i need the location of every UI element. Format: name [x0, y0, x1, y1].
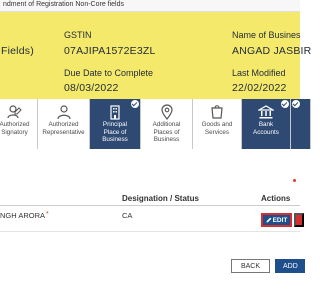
fields-label: Fields) [1, 45, 34, 57]
header-divider [0, 205, 300, 206]
completed-check-icon [131, 100, 139, 108]
signatory-icon [6, 105, 22, 119]
last-modified-label: Last Modified [232, 68, 286, 78]
completed-check-icon [281, 100, 289, 108]
tab-goods-and-services[interactable]: Goods and Services [193, 99, 242, 149]
completed-check-icon [292, 100, 300, 108]
edit-button[interactable]: EDIT [261, 213, 292, 227]
due-date-label: Due Date to Complete [64, 68, 154, 78]
tab-label: Authorized Representative [42, 121, 85, 136]
tab-principal-place-of-business[interactable]: Principal Place of Business [90, 99, 141, 149]
tab-authorized-signatory[interactable]: Authorized Signatory [0, 99, 38, 149]
add-button[interactable]: ADD [275, 259, 305, 273]
gstin-label: GSTIN [64, 30, 92, 40]
building-icon [110, 105, 120, 120]
required-indicator [293, 179, 296, 182]
signatory-designation: CA [122, 211, 133, 220]
delete-button[interactable] [294, 213, 304, 227]
tab-additional-places-of-business[interactable]: Additional Places of Business [141, 99, 193, 149]
due-date-value: 08/03/2022 [64, 82, 119, 94]
tab-bank-accounts[interactable]: Bank Accounts [242, 99, 291, 149]
business-name-label: Name of Busines [232, 30, 301, 40]
registration-tabs: Authorized Signatory Authorized Represen… [0, 99, 311, 149]
goods-icon [211, 105, 223, 119]
tab-authorized-representative[interactable]: Authorized Representative [38, 99, 90, 149]
required-mark: * [46, 211, 49, 218]
column-header-actions: Actions [261, 194, 291, 203]
column-header-designation: Designation / Status [122, 194, 199, 203]
edit-button-label: EDIT [272, 216, 288, 224]
tab-label: Goods and Services [201, 121, 233, 136]
application-info-band: Fields) GSTIN 07AJIPA1572E3ZL Name of Bu… [0, 12, 311, 99]
last-modified-value: 22/02/2022 [232, 82, 287, 94]
tab-label: Authorized Signatory [0, 121, 30, 136]
tab-next-partial[interactable] [291, 99, 311, 149]
page-title: ndment of Registration Non-Core fields [3, 1, 125, 8]
bank-icon [258, 105, 274, 119]
representative-icon [56, 105, 71, 120]
tab-label: Additional Places of Business [152, 121, 181, 143]
page-title-bar: ndment of Registration Non-Core fields [0, 0, 300, 12]
location-icon [160, 104, 173, 120]
tab-label: Bank Accounts [253, 121, 279, 136]
business-name-value: ANGAD JASBIR [232, 45, 312, 57]
gstin-value: 07AJIPA1572E3ZL [64, 45, 156, 57]
pencil-icon [266, 217, 271, 223]
back-button[interactable]: BACK [231, 259, 270, 273]
tab-label: Principal Place of Business [102, 121, 128, 143]
row-divider [0, 231, 300, 232]
signatory-name: NGH ARORA* [0, 211, 49, 220]
